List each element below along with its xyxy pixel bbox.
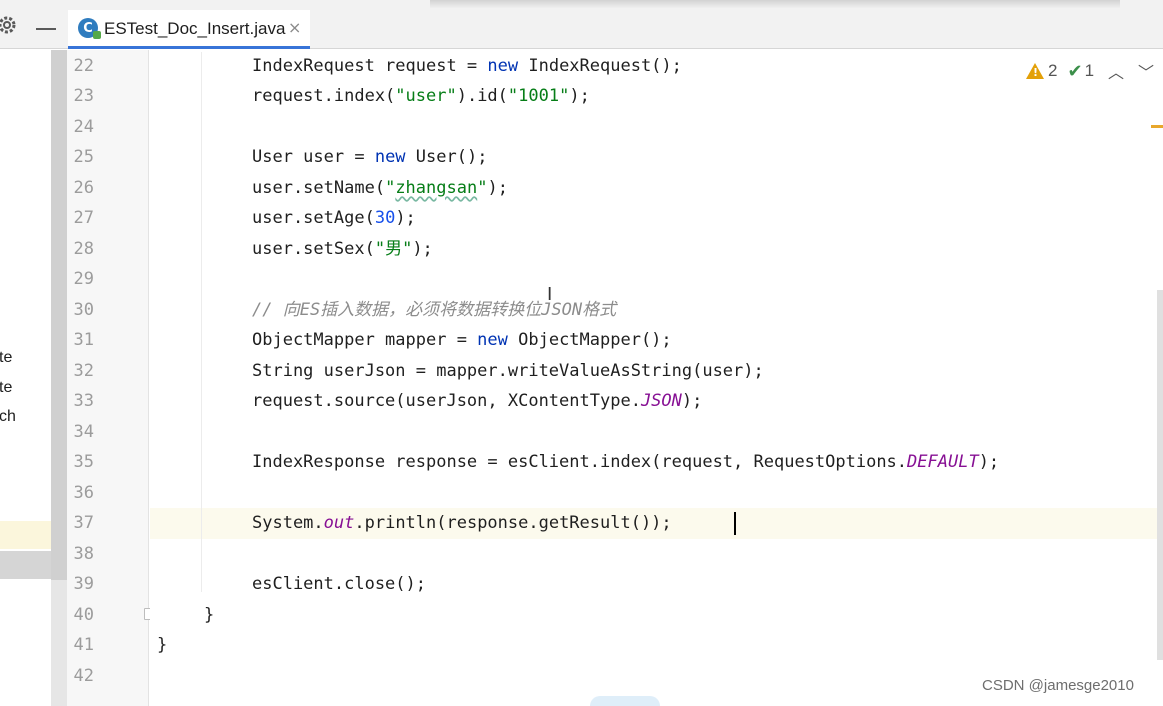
project-item[interactable]: ch (0, 408, 16, 426)
project-item-highlight[interactable] (0, 521, 51, 549)
line-number: 35 (73, 452, 94, 472)
inspection-widget[interactable]: ! 2 ✔ 1 ︿ ﹀ (1026, 58, 1154, 84)
warning-count[interactable]: 2 (1048, 61, 1057, 81)
minimize-icon[interactable] (36, 28, 56, 30)
line-number: 27 (73, 208, 94, 228)
chevron-down-icon[interactable]: ﹀ (1138, 59, 1154, 83)
code-line-25[interactable]: User user = new User(); (252, 142, 487, 172)
line-number: 29 (73, 269, 94, 289)
editor-tab-bar: C ESTest_Doc_Insert.java × (0, 0, 1163, 49)
code-line-31[interactable]: ObjectMapper mapper = new ObjectMapper()… (252, 325, 672, 355)
close-icon[interactable]: × (288, 18, 301, 37)
warning-icon[interactable]: ! (1026, 63, 1044, 79)
line-number: 39 (73, 574, 94, 594)
line-number: 33 (73, 391, 94, 411)
code-line-35[interactable]: IndexResponse response = esClient.index(… (252, 447, 999, 477)
indent-guide (201, 52, 202, 592)
text-cursor-icon: I (547, 284, 553, 305)
line-number-gutter[interactable]: 22 23 24 25 26 27 28 29 30 31 32 33 34 3… (67, 50, 149, 706)
typo-count[interactable]: 1 (1085, 61, 1094, 81)
line-number: 36 (73, 483, 94, 503)
watermark: CSDN @jamesge2010 (982, 677, 1134, 694)
line-number: 38 (73, 544, 94, 564)
chevron-up-icon[interactable]: ︿ (1108, 59, 1124, 83)
project-item[interactable]: te (0, 379, 12, 397)
bottom-edge-blur (590, 696, 660, 706)
line-number: 42 (73, 666, 94, 686)
line-number: 41 (73, 635, 94, 655)
code-line-22[interactable]: IndexRequest request = new IndexRequest(… (252, 51, 682, 81)
code-line-33[interactable]: request.source(userJson, XContentType.JS… (252, 386, 702, 416)
code-line-39[interactable]: esClient.close(); (252, 569, 426, 599)
line-number: 30 (73, 300, 94, 320)
line-number: 22 (73, 56, 94, 76)
code-line-32[interactable]: String userJson = mapper.writeValueAsStr… (252, 356, 764, 386)
code-line-41[interactable]: } (157, 630, 167, 660)
typo-check-icon[interactable]: ✔ (1067, 61, 1082, 82)
line-number: 25 (73, 147, 94, 167)
line-number: 31 (73, 330, 94, 350)
top-edge-blur (430, 0, 1120, 8)
java-class-icon: C (78, 18, 101, 39)
project-item[interactable]: te (0, 349, 12, 367)
code-line-23[interactable]: request.index("user").id("1001"); (252, 81, 590, 111)
project-panel-scrollbar[interactable] (51, 50, 67, 706)
editor-tab-estest-doc-insert[interactable]: C ESTest_Doc_Insert.java × (68, 10, 310, 49)
code-line-26[interactable]: user.setName("zhangsan"); (252, 173, 508, 203)
text-caret (734, 512, 736, 535)
line-number: 26 (73, 178, 94, 198)
code-line-37[interactable]: System.out.println(response.getResult())… (252, 508, 672, 538)
editor-scrollbar[interactable] (1157, 290, 1163, 660)
code-line-27[interactable]: user.setAge(30); (252, 203, 416, 233)
typo-highlight: zhangsan (395, 178, 478, 198)
warning-marker-stripe[interactable] (1151, 125, 1163, 128)
line-number: 34 (73, 422, 94, 442)
line-number: 23 (73, 86, 94, 106)
project-item-selected[interactable] (0, 551, 51, 579)
project-panel-scroll-thumb[interactable] (51, 50, 67, 580)
line-number: 37 (73, 513, 94, 533)
tab-title: ESTest_Doc_Insert.java (104, 19, 286, 38)
line-number: 32 (73, 361, 94, 381)
line-number: 40 (73, 605, 94, 625)
code-line-40[interactable]: } (204, 600, 214, 630)
line-number: 24 (73, 117, 94, 137)
project-panel: te te ch (0, 50, 51, 706)
gear-icon[interactable] (0, 14, 18, 36)
line-number: 28 (73, 239, 94, 259)
code-line-28[interactable]: user.setSex("男"); (252, 234, 433, 264)
code-line-30-comment[interactable]: // 向ES插入数据，必须将数据转换位JSON格式 (252, 295, 616, 325)
